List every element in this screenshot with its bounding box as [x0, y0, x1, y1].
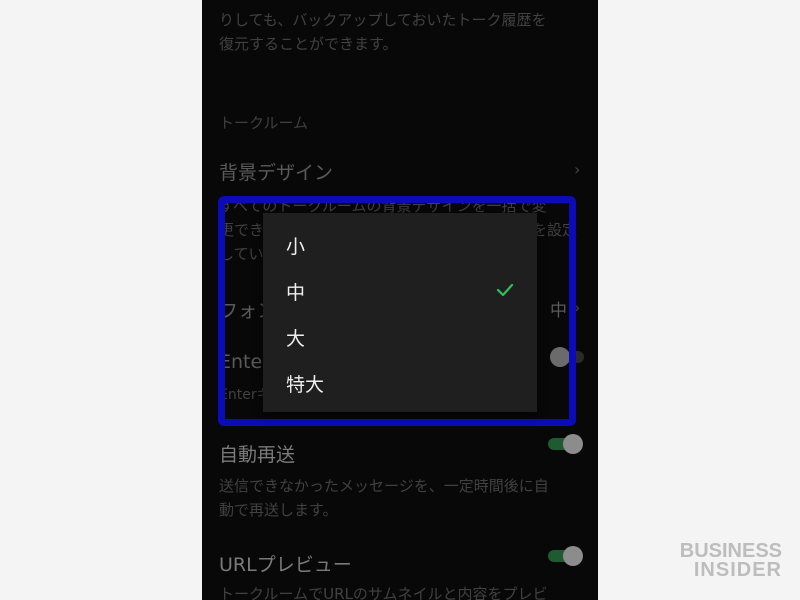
setting-title: URLプレビュー: [219, 554, 352, 576]
toggle-knob: [563, 434, 583, 454]
toggle-knob: [563, 546, 583, 566]
menu-option-label: 小: [286, 235, 306, 258]
font-size-menu: 小 中 大 特大: [263, 213, 537, 412]
section-header-talkroom: トークルーム: [219, 114, 309, 132]
url-preview-toggle[interactable]: [548, 546, 583, 566]
menu-option-large[interactable]: 大: [263, 314, 537, 360]
chevron-right-icon: ›: [574, 160, 581, 179]
setting-auto-resend[interactable]: 自動再送 送信できなかったメッセージを、一定時間後に自 動で再送します。: [202, 434, 598, 526]
setting-title: 自動再送: [219, 444, 296, 466]
business-insider-logo: BUSINESS INSIDER: [676, 541, 782, 581]
auto-resend-toggle[interactable]: [548, 434, 583, 454]
menu-option-label: 中: [286, 281, 306, 304]
check-icon: [496, 283, 514, 297]
backup-description-line2: 復元することができます。: [219, 35, 398, 53]
menu-option-medium[interactable]: 中: [263, 268, 537, 314]
menu-option-extra-large[interactable]: 特大: [263, 360, 537, 406]
setting-title: 背景デザイン: [219, 162, 334, 184]
setting-description-line1: 送信できなかったメッセージを、一定時間後に自: [219, 477, 549, 495]
menu-option-label: 大: [286, 327, 306, 350]
menu-option-label: 特大: [286, 373, 325, 396]
menu-option-small[interactable]: 小: [263, 222, 537, 268]
setting-description-line2: 動で再送します。: [219, 501, 338, 519]
setting-description-line1: トークルームでURLのサムネイルと内容をプレビ: [219, 585, 548, 600]
logo-line2: INSIDER: [693, 559, 782, 581]
setting-url-preview[interactable]: URLプレビュー トークルームでURLのサムネイルと内容をプレビ: [202, 546, 598, 600]
backup-description-line1: りしても、バックアップしておいたトーク履歴を: [219, 11, 547, 29]
